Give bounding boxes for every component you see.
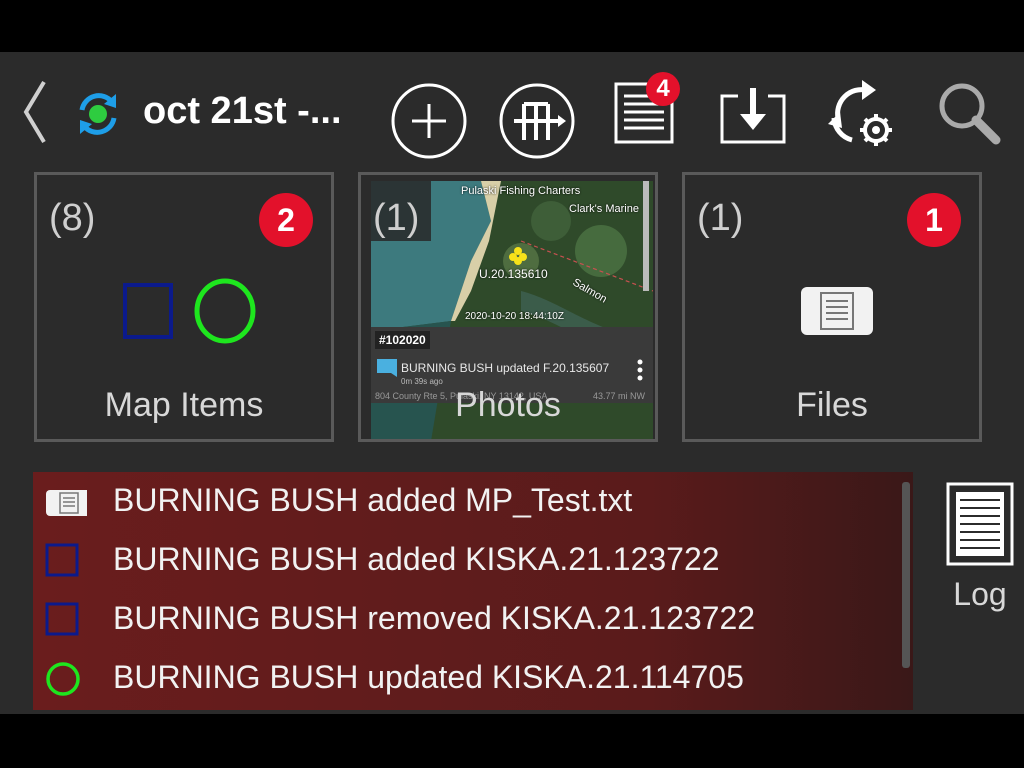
log-item-text: BURNING BUSH added KISKA.21.123722	[113, 541, 720, 577]
log-item-text: BURNING BUSH added MP_Test.txt	[113, 482, 633, 518]
map-items-tile[interactable]: (8) 2 Map Items	[34, 172, 334, 442]
files-badge: 1	[907, 193, 961, 247]
square-icon	[45, 602, 79, 636]
download-button[interactable]	[718, 84, 788, 146]
add-button[interactable]	[390, 82, 468, 160]
map-items-label: Map Items	[104, 386, 264, 424]
log-document-icon	[946, 482, 1014, 566]
sync-status-icon	[72, 88, 124, 140]
sync-settings-button[interactable]	[826, 78, 898, 150]
photo-line: BURNING BUSH updated F.20.135607	[401, 361, 610, 375]
map-place-label: Pulaski Fishing Charters	[461, 185, 581, 197]
file-icon	[801, 287, 873, 335]
log-item[interactable]: BURNING BUSH added KISKA.21.123722	[33, 531, 893, 589]
circle-icon	[46, 662, 80, 696]
hierarchy-icon	[499, 83, 575, 159]
plus-icon	[391, 83, 467, 159]
photo-sub: 0m 39s ago	[401, 377, 443, 386]
shapes-icon	[123, 278, 256, 344]
tasks-badge: 4	[646, 72, 680, 106]
file-icon	[46, 490, 87, 516]
files-tile[interactable]: (1) 1 Files	[682, 172, 982, 442]
log-button[interactable]: Log	[944, 482, 1016, 622]
download-icon	[720, 88, 786, 144]
page-title: oct 21st -...	[143, 90, 342, 132]
photo-timestamp: 2020-10-20 18:44:10Z	[465, 311, 564, 322]
log-item-text: BURNING BUSH updated KISKA.21.114705	[113, 659, 744, 695]
more-menu-icon	[637, 359, 643, 381]
log-item[interactable]: BURNING BUSH removed KISKA.21.123722	[33, 590, 893, 648]
photo-thumb-icon	[377, 359, 397, 377]
app-window: oct 21st -... 4 (8) 2 Map Items Pulaski …	[0, 52, 1024, 714]
log-item[interactable]: BURNING BUSH added MP_Test.txt	[33, 472, 893, 530]
log-item[interactable]: BURNING BUSH updated KISKA.21.114705	[33, 649, 893, 707]
search-icon	[939, 83, 1001, 145]
photos-count: (1)	[373, 197, 420, 239]
log-button-label: Log	[953, 576, 1007, 612]
map-place-label-2: Clark's Marine	[569, 203, 639, 215]
log-item-text: BURNING BUSH removed KISKA.21.123722	[113, 600, 756, 636]
files-label: Files	[796, 386, 868, 424]
tasks-button[interactable]: 4	[612, 72, 680, 146]
sync-settings-icon	[828, 80, 892, 146]
marker-label: U.20.135610	[479, 267, 548, 281]
search-button[interactable]	[936, 80, 1002, 146]
log-scrollbar[interactable]	[902, 482, 910, 668]
map-items-count: (8)	[49, 197, 96, 239]
photos-label: Photos	[455, 386, 561, 424]
hierarchy-button[interactable]	[498, 82, 576, 160]
map-items-badge: 2	[259, 193, 313, 247]
back-chevron-icon[interactable]	[18, 76, 54, 148]
marker-icon	[509, 247, 527, 265]
square-icon	[45, 543, 79, 577]
photos-tile[interactable]: Pulaski Fishing Charters Clark's Marine …	[358, 172, 658, 442]
photo-tag: #102020	[375, 331, 430, 349]
files-count: (1)	[697, 197, 744, 239]
activity-log-list[interactable]: BURNING BUSH added MP_Test.txt BURNING B…	[33, 472, 913, 710]
